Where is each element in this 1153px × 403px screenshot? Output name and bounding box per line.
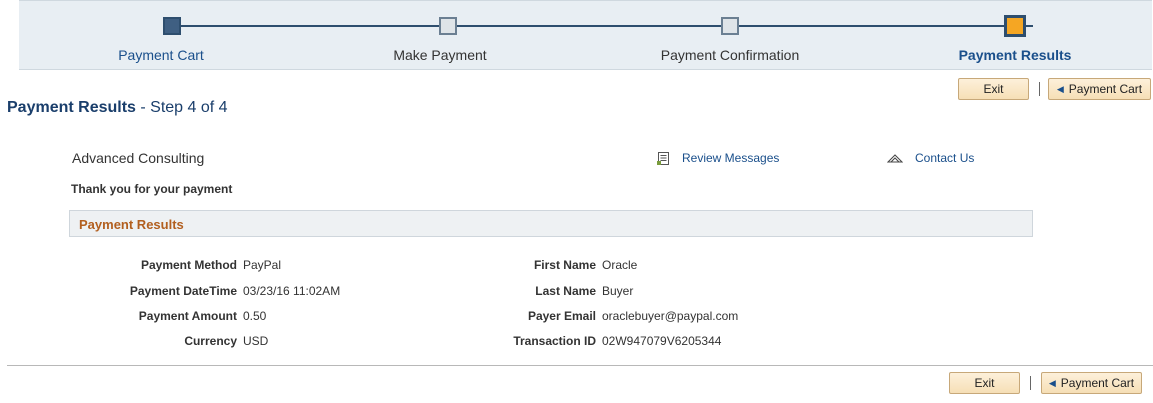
train-stops: Payment Cart Make Payment Payment Confir… bbox=[19, 0, 1152, 70]
review-messages-label: Review Messages bbox=[682, 151, 780, 165]
separator bbox=[1039, 82, 1040, 96]
payment-cart-button-top[interactable]: ◀ Payment Cart bbox=[1048, 78, 1151, 100]
exit-button-label: Exit bbox=[974, 376, 995, 390]
payer-email-label: Payer Email bbox=[527, 309, 596, 323]
stop-payment-results-marker bbox=[1004, 15, 1026, 37]
triangle-left-icon: ◀ bbox=[1056, 83, 1064, 94]
contact-us-link[interactable]: Contact Us bbox=[887, 151, 974, 165]
page-title-text: Payment Results bbox=[7, 99, 136, 116]
company-name: Advanced Consulting bbox=[72, 150, 205, 166]
separator bbox=[1030, 376, 1031, 390]
page-title: Payment Results - Step 4 of 4 bbox=[7, 99, 228, 117]
exit-button-label: Exit bbox=[983, 82, 1004, 96]
last-name-label: Last Name bbox=[535, 284, 596, 298]
review-messages-link[interactable]: Review Messages bbox=[657, 151, 779, 165]
payment-method-value: PayPal bbox=[243, 258, 282, 272]
bottom-divider bbox=[7, 365, 1153, 366]
thank-you-message: Thank you for your payment bbox=[71, 182, 233, 196]
envelope-open-icon bbox=[887, 154, 903, 163]
stop-payment-results: Payment Results bbox=[958, 47, 1072, 63]
currency-label: Currency bbox=[184, 334, 237, 348]
currency-value: USD bbox=[243, 334, 269, 348]
exit-button-top[interactable]: Exit bbox=[958, 78, 1029, 100]
payment-amount-label: Payment Amount bbox=[138, 309, 237, 323]
payment-method-label: Payment Method bbox=[140, 258, 237, 272]
contact-us-label: Contact Us bbox=[915, 151, 975, 165]
payment-cart-button-bottom[interactable]: ◀ Payment Cart bbox=[1041, 372, 1142, 394]
stop-payment-cart-marker[interactable] bbox=[163, 17, 181, 35]
payment-datetime-label: Payment DateTime bbox=[129, 284, 237, 298]
first-name-label: First Name bbox=[533, 258, 596, 272]
stop-payment-cart[interactable]: Payment Cart bbox=[118, 47, 204, 63]
page-step: - Step 4 of 4 bbox=[140, 99, 228, 116]
section-title: Payment Results bbox=[79, 217, 184, 232]
triangle-left-icon: ◀ bbox=[1048, 377, 1056, 388]
payment-amount-value: 0.50 bbox=[243, 309, 267, 323]
payer-email-value: oraclebuyer@paypal.com bbox=[602, 309, 739, 323]
transaction-id-value: 02W947079V6205344 bbox=[602, 334, 722, 348]
payment-datetime-value: 03/23/16 11:02AM bbox=[243, 284, 341, 298]
exit-button-bottom[interactable]: Exit bbox=[949, 372, 1020, 394]
first-name-value: Oracle bbox=[602, 258, 638, 272]
payment-cart-button-label: Payment Cart bbox=[1060, 376, 1135, 390]
payment-results-section: Payment Results bbox=[69, 210, 1033, 237]
train-line bbox=[181, 25, 1033, 27]
stop-make-payment: Make Payment bbox=[393, 47, 487, 63]
stop-make-payment-marker bbox=[439, 17, 457, 35]
stop-payment-confirmation-marker bbox=[721, 17, 739, 35]
document-list-icon bbox=[657, 151, 669, 165]
payment-cart-button-label: Payment Cart bbox=[1068, 82, 1143, 96]
last-name-value: Buyer bbox=[602, 284, 634, 298]
stop-payment-confirmation: Payment Confirmation bbox=[660, 47, 800, 63]
transaction-id-label: Transaction ID bbox=[513, 334, 596, 348]
